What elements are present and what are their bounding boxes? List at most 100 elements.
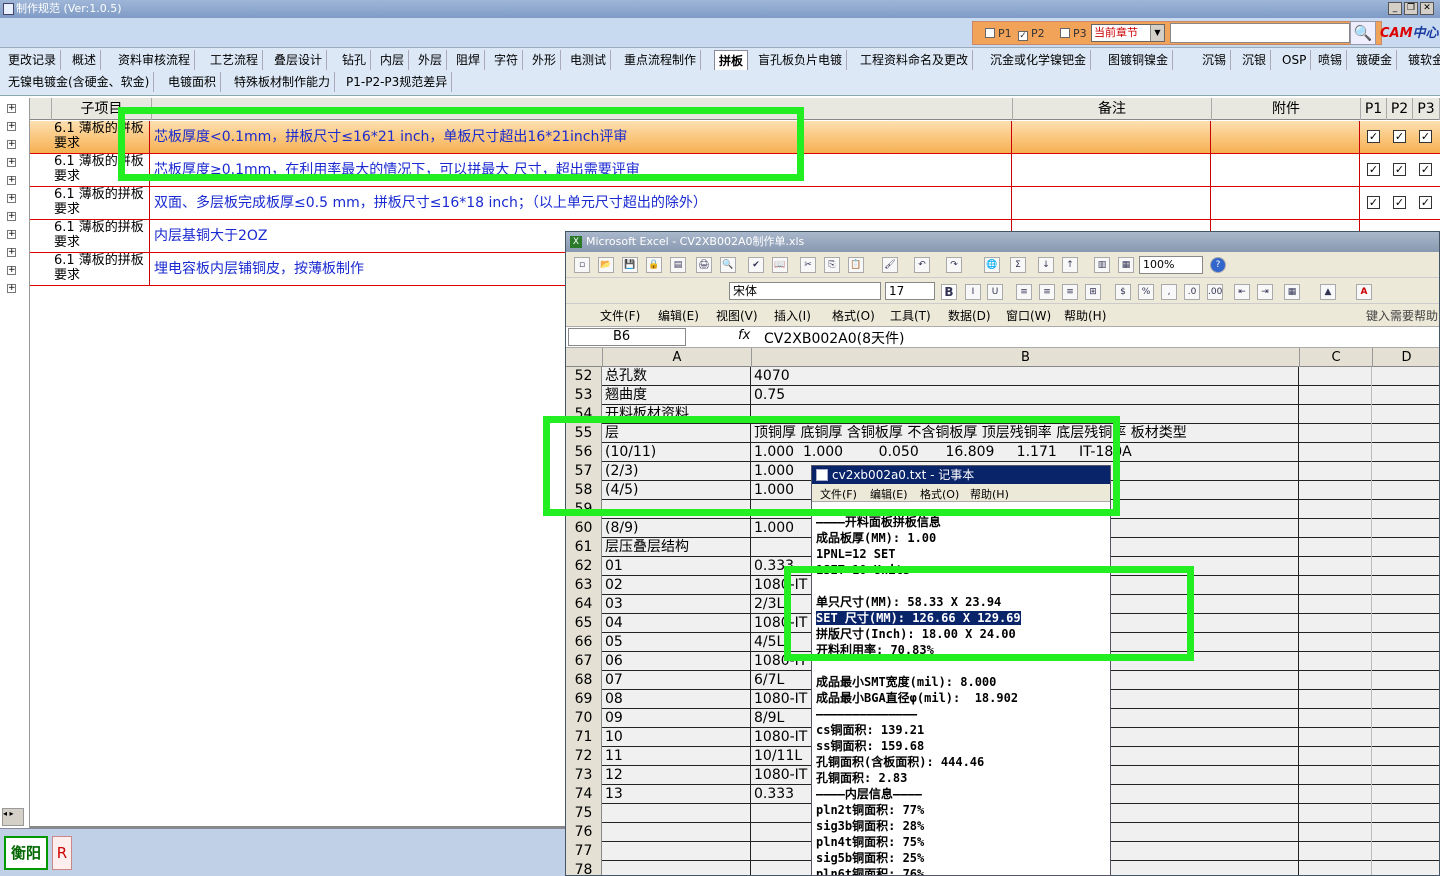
p2-checkbox[interactable]: ✓ [1393,163,1406,176]
row-number[interactable]: 67 [566,652,602,671]
p2-filter[interactable]: ✓ P2 [1018,27,1045,41]
percent-button[interactable]: % [1138,284,1154,300]
toolbar-icon[interactable]: ✔ [748,257,764,273]
p1-checkbox[interactable]: ✓ [1367,163,1380,176]
r-button[interactable]: R [52,836,72,870]
cell-c[interactable] [1300,557,1372,576]
header-p1[interactable]: P1 [1361,98,1387,120]
increase-indent-button[interactable]: ⇥ [1257,284,1273,300]
cell-a[interactable]: 13 [603,785,751,804]
cell-c[interactable] [1300,690,1372,709]
cell-a[interactable] [603,804,751,823]
cell-c[interactable] [1300,747,1372,766]
cell-c[interactable] [1300,576,1372,595]
row-number[interactable]: 76 [566,823,602,842]
p2-checkbox[interactable]: ✓ [1393,130,1406,143]
row-number[interactable]: 61 [566,538,602,557]
p1-checkbox[interactable] [985,28,995,38]
toolbar-icon[interactable]: 📋 [848,257,864,273]
align-left-button[interactable]: ≡ [1016,284,1032,300]
cell-a[interactable]: 09 [603,709,751,728]
excel-menu-item[interactable]: 插入(I) [774,307,811,324]
excel-menu-item[interactable]: 数据(D) [948,307,991,324]
cell-c[interactable] [1300,785,1372,804]
toolbar-icon[interactable]: ↓ [1038,257,1054,273]
tab-23[interactable]: 镀软金 [1404,50,1440,70]
toolbar-icon[interactable]: ▥ [1094,257,1110,273]
cell-a[interactable] [603,823,751,842]
toolbar-icon[interactable]: 📂 [598,257,614,273]
p1-checkbox[interactable]: ✓ [1367,196,1380,209]
search-icon[interactable]: 🔍 [1350,21,1376,45]
cell-c[interactable] [1300,728,1372,747]
cell-a[interactable] [603,842,751,861]
cell-a[interactable]: 05 [603,633,751,652]
cell-c[interactable] [1300,652,1372,671]
tab-13[interactable]: 拼板 [714,50,749,70]
cell-c[interactable] [1300,386,1372,405]
cell-c[interactable] [1300,671,1372,690]
cell-c[interactable] [1300,709,1372,728]
italic-button[interactable]: I [965,284,981,300]
tab-19[interactable]: 沉银 [1238,50,1272,70]
expand-icon[interactable]: + [7,212,16,221]
tab-18[interactable]: 沉锡 [1198,50,1232,70]
cell-c[interactable] [1300,500,1372,519]
row-number[interactable]: 68 [566,671,602,690]
toolbar-icon[interactable]: 🔒 [646,257,662,273]
cell-c[interactable] [1300,842,1372,861]
remark-cell[interactable] [1013,121,1211,153]
cell-a[interactable]: 12 [603,766,751,785]
toolbar-icon[interactable]: ⎘ [824,257,840,273]
tab-row2-2[interactable]: 特殊板材制作能力 [230,72,336,92]
row-number[interactable]: 71 [566,728,602,747]
cell-c[interactable] [1300,519,1372,538]
excel-menu-item[interactable]: 文件(F) [600,307,640,324]
tab-2[interactable]: 资料审核流程 [114,50,196,70]
attachment-cell[interactable] [1212,187,1360,219]
cell-c[interactable] [1300,595,1372,614]
excel-menu-item[interactable]: 编辑(E) [658,307,699,324]
currency-button[interactable]: $ [1115,284,1131,300]
cell-a[interactable]: 总孔数 [603,367,751,386]
toolbar-icon[interactable]: Σ [1010,257,1026,273]
help-icon[interactable]: ? [1210,257,1226,273]
cell-b[interactable]: 4070 [752,367,1299,386]
tab-0[interactable]: 更改记录 [4,50,62,70]
scroll-arrows[interactable]: ◂ ▸ [2,808,24,826]
decrease-decimal-button[interactable]: .00 [1207,284,1223,300]
cell-a[interactable]: 03 [603,595,751,614]
toolbar-icon[interactable]: ↷ [946,257,962,273]
header-attachment[interactable]: 附件 [1212,98,1361,120]
search-input[interactable] [1170,23,1350,43]
p2-checkbox[interactable]: ✓ [1018,31,1028,41]
excel-menu-item[interactable]: 帮助(H) [1064,307,1106,324]
zoom-select[interactable]: 100% [1139,256,1203,274]
close-button[interactable]: ✕ [1420,2,1434,15]
p3-checkbox[interactable]: ✓ [1419,163,1432,176]
tab-4[interactable]: 叠层设计 [270,50,328,70]
align-center-button[interactable]: ≡ [1039,284,1055,300]
tab-17[interactable]: 图镀铜镍金 [1104,50,1174,70]
toolbar-icon[interactable]: ↑ [1062,257,1078,273]
row-number[interactable]: 74 [566,785,602,804]
toolbar-icon[interactable]: 📖 [772,257,788,273]
tab-10[interactable]: 外形 [528,50,562,70]
row-number[interactable]: 64 [566,595,602,614]
attachment-cell[interactable] [1212,121,1360,153]
excel-menu-item[interactable]: 工具(T) [890,307,931,324]
cell-a[interactable]: 08 [603,690,751,709]
excel-menu-item[interactable]: 格式(O) [832,307,875,324]
toolbar-icon[interactable]: ✂ [800,257,816,273]
expand-icon[interactable]: + [7,176,16,185]
excel-menu-item[interactable]: 视图(V) [716,307,758,324]
tab-11[interactable]: 电测试 [566,50,612,70]
header-remark[interactable]: 备注 [1013,98,1212,120]
cell-c[interactable] [1300,424,1372,443]
cell-c[interactable] [1300,443,1372,462]
column-b-header[interactable]: B [752,348,1300,367]
cell-a[interactable]: 06 [603,652,751,671]
cell-a[interactable]: (8/9) [603,519,751,538]
column-c-header[interactable]: C [1300,348,1373,367]
expand-icon[interactable]: + [7,158,16,167]
